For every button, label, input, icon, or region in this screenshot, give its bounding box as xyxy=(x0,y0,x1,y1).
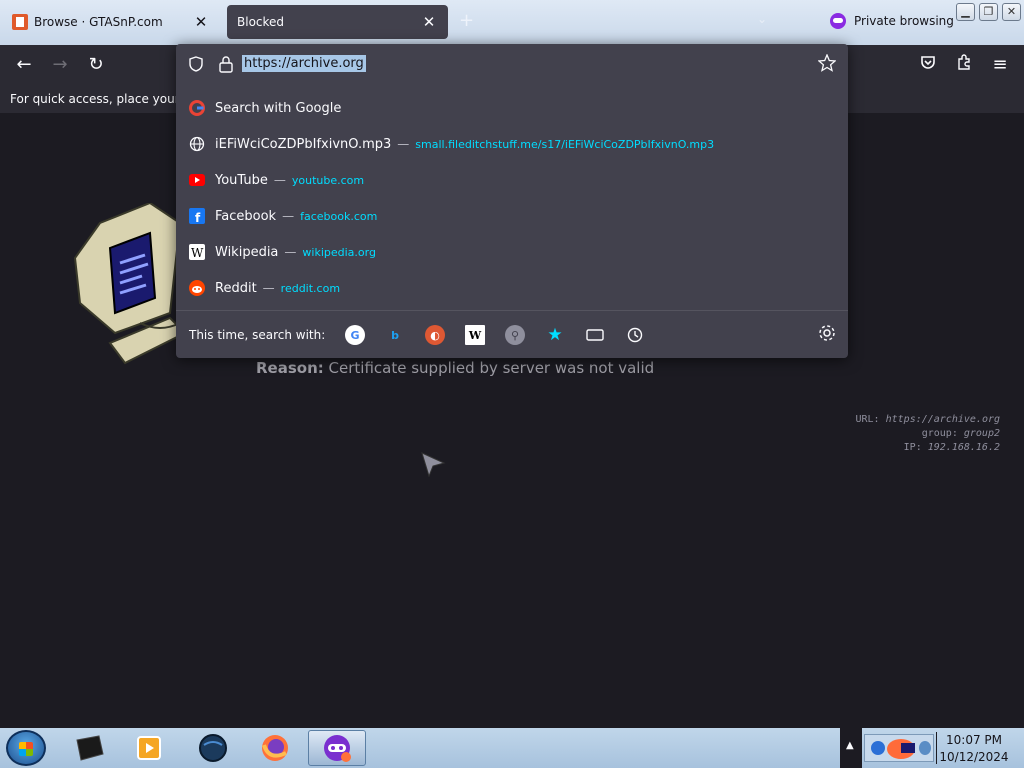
taskbar-media-player-icon[interactable] xyxy=(120,730,178,766)
result-facebook[interactable]: f Facebook — facebook.com xyxy=(176,198,848,234)
result-url: youtube.com xyxy=(291,173,365,187)
address-bar[interactable]: https://archive.org xyxy=(176,44,848,84)
engine-google-icon[interactable]: G xyxy=(345,325,365,345)
reload-button[interactable]: ↻ xyxy=(84,53,108,77)
meta-group-label: group: xyxy=(921,428,958,439)
reddit-icon xyxy=(188,279,206,297)
private-browsing-indicator: Private browsing xyxy=(830,13,954,29)
list-all-tabs-chevron-icon[interactable]: ⌄ xyxy=(757,12,767,26)
history-clock-icon[interactable] xyxy=(625,325,645,345)
tray-volume-icon[interactable] xyxy=(919,741,931,755)
meta-ip-value: 192.168.16.2 xyxy=(927,442,1000,453)
engine-wikipedia-icon[interactable]: W xyxy=(465,325,485,345)
taskbar-firefox-icon[interactable] xyxy=(246,730,304,766)
google-icon xyxy=(188,99,206,117)
private-browsing-label: Private browsing xyxy=(854,14,954,28)
tab-blocked[interactable]: Blocked ✕ xyxy=(227,5,448,39)
result-url: small.fileditchstuff.me/s17/iEFiWciCoZDP… xyxy=(415,137,715,151)
bookmark-star-icon[interactable] xyxy=(818,54,836,72)
result-url: wikipedia.org xyxy=(302,245,376,259)
lock-icon[interactable] xyxy=(218,55,234,73)
maximize-button[interactable]: ❐ xyxy=(979,3,998,21)
tab-strip: Browse · GTASnP.com ✕ Blocked ✕ + ⌄ Priv… xyxy=(0,0,1024,45)
result-title: Wikipedia xyxy=(215,244,279,260)
result-title: iEFiWciCoZDPbIfxivnO.mp3 xyxy=(215,136,392,152)
extensions-icon[interactable] xyxy=(952,53,976,77)
wikipedia-icon: W xyxy=(188,243,206,261)
back-button[interactable]: ← xyxy=(12,53,36,77)
result-title: Reddit xyxy=(215,280,257,296)
forward-button[interactable]: → xyxy=(48,53,72,77)
taskbar-terminal-icon[interactable] xyxy=(60,730,118,766)
close-window-button[interactable]: ✕ xyxy=(1002,3,1021,21)
taskbar-firefox-private-icon[interactable] xyxy=(308,730,366,766)
meta-url-label: URL: xyxy=(855,414,880,425)
result-wikipedia[interactable]: W Wikipedia — wikipedia.org xyxy=(176,234,848,270)
minimize-button[interactable]: ▁ xyxy=(956,3,975,21)
globe-icon xyxy=(188,135,206,153)
result-title: YouTube xyxy=(215,172,268,188)
meta-ip-label: IP: xyxy=(903,442,922,453)
result-separator: — xyxy=(397,137,410,151)
bookmarks-star-icon[interactable]: ★ xyxy=(545,325,565,345)
shield-icon[interactable] xyxy=(188,56,204,72)
new-tab-button[interactable]: + xyxy=(459,10,474,31)
tray-display-icon[interactable] xyxy=(901,743,915,753)
result-separator: — xyxy=(262,281,275,295)
url-input[interactable]: https://archive.org xyxy=(242,55,366,72)
youtube-icon xyxy=(188,171,206,189)
result-title: Facebook xyxy=(215,208,277,224)
reason-label: Reason: xyxy=(256,359,324,377)
site-favicon-icon xyxy=(12,14,28,30)
result-youtube[interactable]: YouTube — youtube.com xyxy=(176,162,848,198)
tray-network-icon[interactable] xyxy=(871,741,885,755)
private-mask-icon xyxy=(830,13,846,29)
meta-group-value: group2 xyxy=(963,428,1000,439)
tabs-icon[interactable] xyxy=(585,325,605,345)
result-separator: — xyxy=(282,209,295,223)
result-separator: — xyxy=(284,245,297,259)
one-off-label: This time, search with: xyxy=(189,328,326,342)
result-url: reddit.com xyxy=(280,281,341,295)
reason-text: Certificate supplied by server was not v… xyxy=(328,359,655,377)
pocket-icon[interactable] xyxy=(916,53,940,77)
mouse-cursor-icon xyxy=(421,452,446,477)
start-button[interactable] xyxy=(6,730,46,766)
tab-title: Blocked xyxy=(237,15,285,29)
engine-bing-icon[interactable]: b xyxy=(385,325,405,345)
engine-duckduckgo-icon[interactable]: ◐ xyxy=(425,325,445,345)
tray-notification-icons[interactable] xyxy=(864,734,934,762)
taskbar-globe-icon[interactable] xyxy=(184,730,242,766)
svg-text:W: W xyxy=(191,246,204,260)
result-search-google[interactable]: Search with Google xyxy=(176,90,848,126)
one-off-search-bar: This time, search with: G b ◐ W ⚲ ★ xyxy=(176,310,848,358)
svg-text:f: f xyxy=(195,211,201,224)
search-settings-gear-icon[interactable] xyxy=(818,324,836,342)
menu-hamburger-icon[interactable]: ≡ xyxy=(988,53,1012,77)
close-tab-icon[interactable]: ✕ xyxy=(420,13,438,31)
request-metadata: URL: https://archive.org group: group2 I… xyxy=(855,413,1000,455)
urlbar-dropdown: https://archive.org Search with Google i… xyxy=(176,44,848,358)
meta-url-value: https://archive.org xyxy=(885,414,1000,425)
result-title: Search with Google xyxy=(215,100,342,116)
close-tab-icon[interactable]: ✕ xyxy=(192,13,210,31)
tab-browse-gtasnp[interactable]: Browse · GTASnP.com ✕ xyxy=(2,5,220,39)
result-reddit[interactable]: Reddit — reddit.com xyxy=(176,270,848,306)
taskbar: ▲ 10:07 PM 10/12/2024 xyxy=(0,728,1024,768)
block-reason: Reason: Certificate supplied by server w… xyxy=(256,359,654,377)
clock-time[interactable]: 10:07 PM xyxy=(935,733,1013,747)
show-hidden-icons-button[interactable]: ▲ xyxy=(840,728,862,768)
result-url: facebook.com xyxy=(300,209,378,223)
facebook-icon: f xyxy=(188,207,206,225)
tab-title: Browse · GTASnP.com xyxy=(34,15,163,29)
result-separator: — xyxy=(273,173,286,187)
result-history-mp3[interactable]: iEFiWciCoZDPbIfxivnO.mp3 — small.filedit… xyxy=(176,126,848,162)
engine-search-icon[interactable]: ⚲ xyxy=(505,325,525,345)
clock-date[interactable]: 10/12/2024 xyxy=(935,750,1013,764)
